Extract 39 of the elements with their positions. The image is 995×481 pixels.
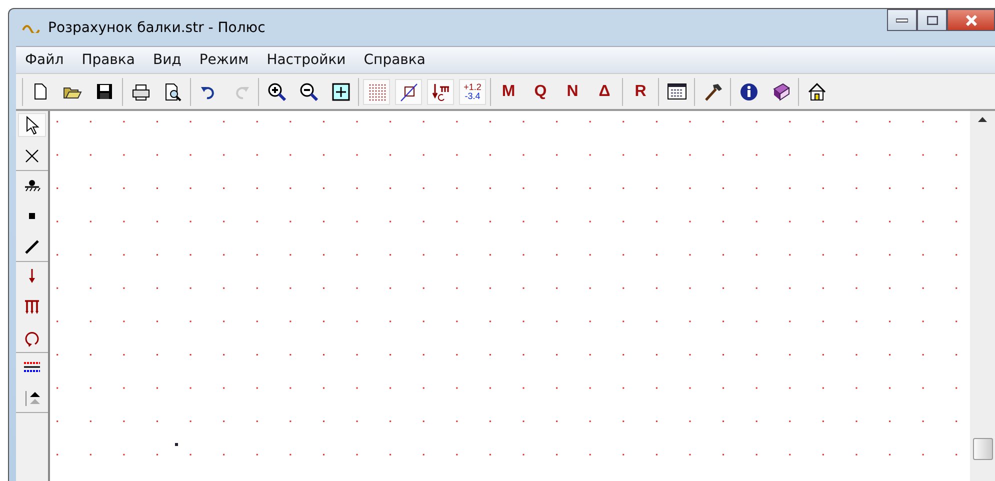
minimize-icon — [896, 17, 908, 23]
house-icon — [806, 82, 826, 102]
toolbar-button[interactable]: Q — [527, 78, 554, 104]
toolbar-button[interactable]: N — [559, 78, 586, 104]
menu-item[interactable]: Настройки — [258, 52, 355, 68]
scroll-up-icon — [978, 117, 987, 122]
scroll-thumb[interactable] — [972, 438, 992, 460]
toolbar-button[interactable]: Δ — [591, 78, 618, 104]
maximize-icon — [926, 16, 938, 24]
window-title: Розрахунок балки.str - Полюс — [48, 20, 266, 36]
toolbar-button[interactable]: M — [495, 78, 522, 104]
page-magnifier-icon — [162, 82, 182, 102]
toolbar-button[interactable] — [427, 78, 454, 104]
values-button[interactable]: +1.2 -3.4 — [459, 78, 486, 104]
loads-icon — [430, 82, 450, 102]
toolbar-button[interactable]: R — [627, 78, 654, 104]
menu-item[interactable]: Файл — [16, 52, 73, 68]
toolbar-button[interactable] — [395, 78, 422, 104]
minimize-button[interactable] — [887, 9, 917, 31]
toolbar-button[interactable] — [363, 78, 390, 104]
table-icon — [666, 82, 686, 102]
wave-icon — [22, 22, 40, 32]
maximize-button[interactable] — [917, 9, 947, 31]
point-mark — [175, 443, 178, 446]
snap-icon — [398, 82, 418, 102]
fit-view-icon — [330, 82, 350, 102]
menu-item[interactable]: Вид — [144, 52, 190, 68]
zoom-in-icon — [266, 82, 286, 102]
dot-grid-icon — [366, 82, 386, 102]
printer-icon — [130, 82, 150, 102]
zoom-out-icon — [298, 82, 318, 102]
close-button[interactable] — [947, 9, 995, 31]
close-icon — [964, 14, 978, 26]
info-icon — [738, 82, 758, 102]
tool-button[interactable] — [18, 113, 46, 137]
hammer-icon — [702, 82, 722, 102]
menu-item[interactable]: Справка — [354, 52, 434, 68]
menu-item[interactable]: Режим — [190, 52, 258, 68]
menu-item[interactable]: Правка — [72, 52, 144, 68]
